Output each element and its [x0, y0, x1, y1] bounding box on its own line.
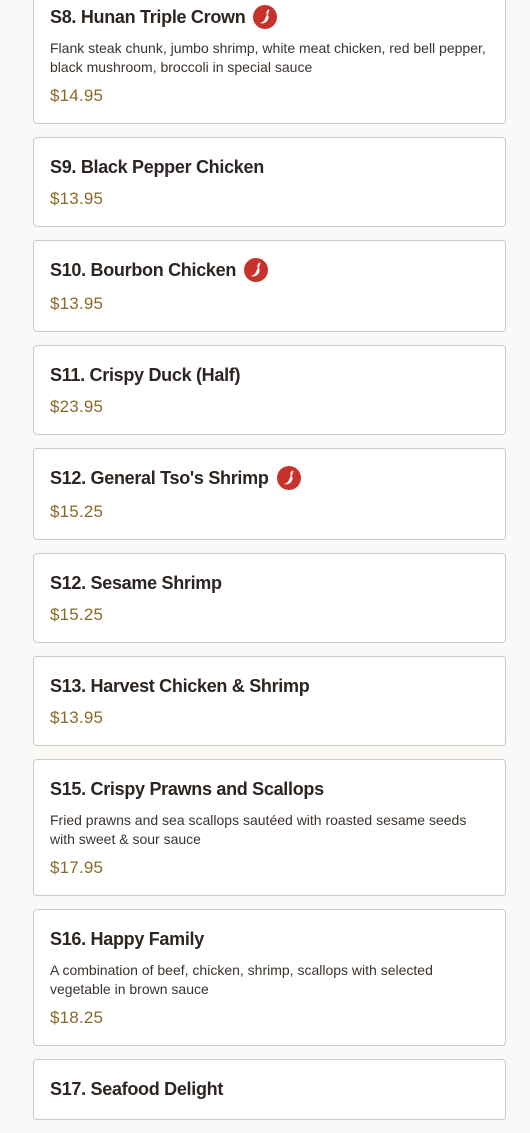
menu-item-card[interactable]: S11. Crispy Duck (Half) $23.95	[33, 345, 506, 435]
menu-item-name: S12. General Tso's Shrimp	[50, 467, 269, 488]
chili-pepper-icon	[276, 466, 301, 490]
menu-item-title-row: S16. Happy Family	[50, 926, 489, 952]
menu-item-list: S8. Hunan Triple Crown Flank steak chunk…	[33, 0, 506, 1133]
menu-item-card[interactable]: S17. Seafood Delight	[33, 1059, 506, 1120]
menu-item-title-row: S12. Sesame Shrimp	[50, 570, 489, 596]
menu-item-card[interactable]: S12. General Tso's Shrimp $15.25	[33, 448, 506, 540]
menu-item-name: S11. Crispy Duck (Half)	[50, 364, 241, 385]
menu-item-card[interactable]: S16. Happy Family A combination of beef,…	[33, 909, 506, 1046]
menu-item-price: $17.95	[50, 858, 104, 877]
menu-item-card[interactable]: S15. Crispy Prawns and Scallops Fried pr…	[33, 759, 506, 896]
menu-item-title-row: S17. Seafood Delight	[50, 1076, 489, 1102]
menu-item-description: Flank steak chunk, jumbo shrimp, white m…	[50, 40, 486, 75]
menu-item-title-row: S15. Crispy Prawns and Scallops	[50, 776, 489, 802]
menu-item-title-row: S11. Crispy Duck (Half)	[50, 362, 489, 388]
menu-item-price: $15.25	[50, 502, 104, 521]
menu-item-description: A combination of beef, chicken, shrimp, …	[50, 962, 433, 997]
menu-item-name: S9. Black Pepper Chicken	[50, 156, 264, 177]
menu-item-title-row: S10. Bourbon Chicken	[50, 257, 489, 283]
chili-pepper-icon	[253, 5, 278, 29]
menu-item-title-row: S8. Hunan Triple Crown	[50, 4, 489, 30]
menu-item-description: Fried prawns and sea scallops sautéed wi…	[50, 812, 467, 847]
menu-item-name: S13. Harvest Chicken & Shrimp	[50, 675, 310, 696]
menu-item-card[interactable]: S12. Sesame Shrimp $15.25	[33, 553, 506, 643]
menu-item-name: S17. Seafood Delight	[50, 1078, 224, 1099]
menu-item-price: $23.95	[50, 397, 104, 416]
menu-item-name: S16. Happy Family	[50, 928, 204, 949]
menu-item-price: $13.95	[50, 189, 104, 208]
menu-item-card[interactable]: S9. Black Pepper Chicken $13.95	[33, 137, 506, 227]
chili-pepper-icon	[244, 258, 269, 282]
menu-item-price: $15.25	[50, 605, 104, 624]
menu-item-price: $14.95	[50, 86, 104, 105]
menu-item-name: S12. Sesame Shrimp	[50, 572, 222, 593]
menu-item-price: $18.25	[50, 1008, 104, 1027]
menu-item-title-row: S12. General Tso's Shrimp	[50, 465, 489, 491]
menu-item-name: S8. Hunan Triple Crown	[50, 6, 246, 27]
menu-item-card[interactable]: S10. Bourbon Chicken $13.95	[33, 240, 506, 332]
menu-item-title-row: S13. Harvest Chicken & Shrimp	[50, 673, 489, 699]
menu-item-card[interactable]: S8. Hunan Triple Crown Flank steak chunk…	[33, 0, 506, 124]
menu-item-price: $13.95	[50, 294, 104, 313]
menu-item-name: S10. Bourbon Chicken	[50, 259, 237, 280]
menu-item-name: S15. Crispy Prawns and Scallops	[50, 778, 324, 799]
menu-item-card[interactable]: S13. Harvest Chicken & Shrimp $13.95	[33, 656, 506, 746]
menu-item-price: $13.95	[50, 708, 104, 727]
menu-item-title-row: S9. Black Pepper Chicken	[50, 154, 489, 180]
